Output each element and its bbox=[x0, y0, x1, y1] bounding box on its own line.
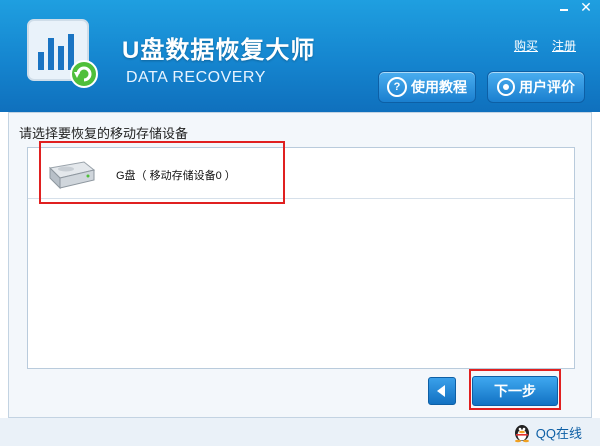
device-item-g-drive[interactable]: G盘（ 移动存储设备0 ） bbox=[28, 148, 574, 199]
header-bar: U盘数据恢复大师 DATA RECOVERY ✕ 购买 注册 ? 使用教程 用户… bbox=[0, 0, 600, 112]
content-panel: 请选择要恢复的移动存储设备 G盘（ 移动存储设备0 ） bbox=[8, 112, 592, 418]
footer-bar: QQ在线 bbox=[0, 418, 600, 446]
device-name: G盘（ 移动存储设备0 ） bbox=[116, 170, 236, 182]
app-logo-icon bbox=[27, 19, 98, 88]
help-icon: ? bbox=[387, 77, 407, 97]
window-controls: ✕ bbox=[556, 0, 594, 16]
next-button[interactable]: 下一步 bbox=[472, 376, 558, 406]
close-button[interactable]: ✕ bbox=[578, 0, 594, 16]
device-list: G盘（ 移动存储设备0 ） bbox=[27, 147, 575, 369]
tutorial-button-label: 使用教程 bbox=[411, 79, 467, 95]
minimize-button[interactable] bbox=[556, 0, 572, 16]
back-arrow-icon bbox=[437, 385, 445, 397]
buy-link[interactable]: 购买 bbox=[514, 37, 538, 54]
close-icon: ✕ bbox=[580, 0, 592, 15]
qq-penguin-icon bbox=[514, 425, 529, 443]
register-link[interactable]: 注册 bbox=[552, 37, 576, 54]
app-title: U盘数据恢复大师 bbox=[122, 37, 316, 64]
review-icon bbox=[497, 78, 515, 96]
drive-icon bbox=[48, 161, 96, 190]
qq-online-label: QQ在线 bbox=[535, 425, 582, 441]
back-button[interactable] bbox=[428, 377, 456, 405]
review-button-label: 用户评价 bbox=[519, 79, 575, 95]
minimize-icon bbox=[560, 9, 568, 11]
next-button-label: 下一步 bbox=[494, 383, 536, 399]
app-subtitle: DATA RECOVERY bbox=[126, 69, 266, 86]
header-links: 购买 注册 bbox=[514, 37, 576, 54]
device-section-label: 请选择要恢复的移动存储设备 bbox=[19, 126, 189, 141]
qq-online-button[interactable]: QQ在线 bbox=[512, 420, 582, 444]
review-button[interactable]: 用户评价 bbox=[487, 71, 585, 103]
tutorial-button[interactable]: ? 使用教程 bbox=[378, 71, 476, 103]
